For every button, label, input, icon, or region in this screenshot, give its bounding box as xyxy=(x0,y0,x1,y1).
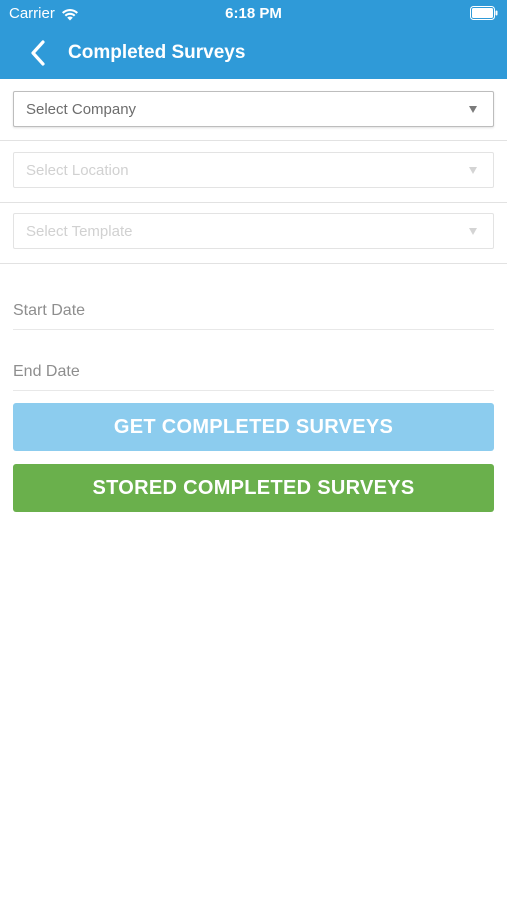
location-select[interactable]: Select Location xyxy=(13,152,494,188)
header: Carrier 6:18 PM Completed Surveys xyxy=(0,0,507,79)
company-select[interactable]: Select Company xyxy=(13,91,494,127)
company-select-placeholder: Select Company xyxy=(26,101,137,118)
start-date-field[interactable]: Start Date xyxy=(13,296,494,330)
template-section: Select Template xyxy=(0,203,507,264)
template-select-placeholder: Select Template xyxy=(26,223,133,240)
page-title: Completed Surveys xyxy=(68,42,246,63)
company-section: Select Company xyxy=(0,79,507,141)
location-section: Select Location xyxy=(0,141,507,203)
dropdown-caret-icon xyxy=(469,167,477,174)
nav-bar: Completed Surveys xyxy=(0,28,507,79)
dropdown-caret-icon xyxy=(469,106,477,113)
template-select[interactable]: Select Template xyxy=(13,213,494,249)
dropdown-caret-icon xyxy=(469,228,477,235)
battery-icon xyxy=(470,6,498,20)
stored-completed-surveys-button[interactable]: STORED COMPLETED SURVEYS xyxy=(13,464,494,512)
start-date-label: Start Date xyxy=(13,302,86,319)
get-completed-surveys-label: GET COMPLETED SURVEYS xyxy=(113,415,394,438)
end-date-field[interactable]: End Date xyxy=(13,357,494,391)
completed-surveys-screen: Carrier 6:18 PM Completed Surveys Select… xyxy=(0,0,507,900)
end-date-label: End Date xyxy=(13,363,80,380)
chevron-left-icon xyxy=(31,40,45,66)
back-button[interactable] xyxy=(24,38,52,68)
get-completed-surveys-button[interactable]: GET COMPLETED SURVEYS xyxy=(13,403,494,451)
stored-completed-surveys-label: STORED COMPLETED SURVEYS xyxy=(92,476,415,499)
status-bar: Carrier 6:18 PM xyxy=(0,0,507,28)
location-select-placeholder: Select Location xyxy=(26,162,129,179)
clock: 6:18 PM xyxy=(225,5,282,22)
